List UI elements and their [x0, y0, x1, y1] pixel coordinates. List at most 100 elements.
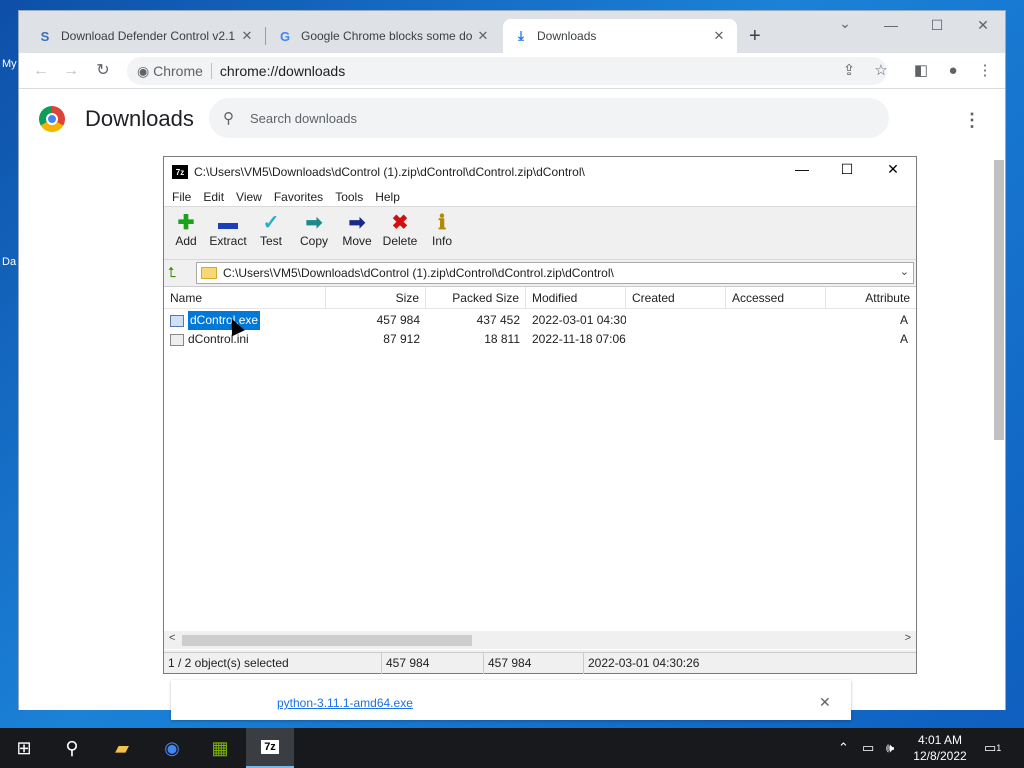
tab-defender-control[interactable]: S Download Defender Control v2.1 ✕ — [27, 19, 265, 53]
file-modified: 2022-11-18 07:06 — [532, 332, 626, 346]
reload-button[interactable]: ↻ — [91, 59, 115, 83]
show-hidden-icons-icon[interactable]: ⌃ — [838, 728, 849, 768]
column-accessed[interactable]: Accessed — [726, 287, 826, 309]
horizontal-scrollbar[interactable]: < > — [164, 631, 916, 649]
scrollbar-thumb[interactable] — [994, 160, 1004, 440]
sevenzip-titlebar: 7z C:\Users\VM5\Downloads\dControl (1).z… — [164, 157, 916, 187]
tool-label: Copy — [299, 234, 328, 248]
menu-edit[interactable]: Edit — [203, 190, 224, 204]
close-window-button[interactable]: ✕ — [965, 17, 1001, 34]
tab-chrome-blocks[interactable]: G Google Chrome blocks some do ✕ — [267, 19, 501, 53]
taskbar: ⊞ ⚲ ▰ ◉ ▦ 7z ⌃ ▭ 🕪 4:01 AM 12/8/2022 ▭ 1 — [0, 728, 1024, 768]
maximize-button[interactable]: ☐ — [919, 17, 955, 34]
menu-tools[interactable]: Tools — [335, 190, 363, 204]
add-button[interactable]: ✚ Add — [164, 212, 208, 248]
exe-file-icon — [170, 314, 184, 327]
desktop-icon-label[interactable]: My — [2, 58, 17, 70]
delete-button[interactable]: ✖ Delete — [378, 212, 422, 248]
share-icon[interactable]: ⇪ — [837, 59, 861, 83]
download-file-link[interactable]: python-3.11.1-amd64.exe — [277, 696, 413, 710]
list-header: Name Size Packed Size Modified Created A… — [164, 287, 916, 309]
side-panel-icon[interactable]: ◧ — [909, 59, 933, 83]
move-button[interactable]: ➡ Move — [335, 212, 379, 248]
download-item-card: python-3.11.1-amd64.exe ✕ — [171, 680, 851, 720]
more-actions-icon[interactable]: ⋮ — [963, 110, 981, 131]
file-name: dControl.ini — [188, 332, 249, 346]
menu-favorites[interactable]: Favorites — [274, 190, 323, 204]
close-icon[interactable]: ✕ — [711, 28, 727, 44]
search-downloads-input[interactable]: ⚲ Search downloads — [209, 98, 889, 138]
path-combobox[interactable]: C:\Users\VM5\Downloads\dControl (1).zip\… — [196, 262, 914, 284]
column-created[interactable]: Created — [626, 287, 726, 309]
file-size: 87 912 — [383, 332, 420, 346]
back-button[interactable]: ← — [29, 59, 53, 83]
scrollbar-thumb[interactable] — [182, 635, 472, 646]
tab-downloads[interactable]: ⤓ Downloads ✕ — [503, 19, 737, 53]
site-s-icon: S — [40, 28, 50, 44]
delete-x-icon: ✖ — [391, 212, 409, 234]
status-bar: 1 / 2 object(s) selected 457 984 457 984… — [164, 652, 916, 674]
omnibox-separator — [210, 63, 212, 79]
file-size: 457 984 — [376, 313, 420, 327]
window-title: C:\Users\VM5\Downloads\dControl (1).zip\… — [194, 165, 585, 179]
close-icon[interactable]: ✕ — [239, 28, 255, 44]
extract-button[interactable]: ▬ Extract — [206, 212, 250, 248]
test-button[interactable]: ✓ Test — [249, 212, 293, 248]
tab-search-icon[interactable]: ⌄ — [827, 15, 863, 32]
close-button[interactable]: ✕ — [873, 161, 913, 178]
scroll-right-icon[interactable]: > — [905, 632, 911, 644]
minimize-button[interactable]: — — [873, 17, 909, 33]
status-size: 457 984 — [382, 653, 484, 674]
volume-icon[interactable]: 🕪 — [886, 728, 894, 768]
download-icon: ⤓ — [518, 28, 524, 43]
scroll-left-icon[interactable]: < — [169, 632, 175, 644]
desktop-icon-label[interactable]: Da — [2, 256, 16, 268]
start-windows-icon[interactable]: ⊞ — [0, 728, 48, 768]
file-explorer-icon[interactable]: ▰ — [98, 728, 146, 768]
omnibox-chip: Chrome — [153, 63, 203, 79]
column-attribute[interactable]: Attribute — [826, 287, 916, 309]
file-created — [626, 311, 726, 330]
notifications-button[interactable]: ▭ 1 — [984, 728, 1001, 768]
copy-button[interactable]: ➡ Copy — [292, 212, 336, 248]
file-attribute: A — [899, 332, 908, 346]
sevenzip-taskbar-button[interactable]: 7z — [246, 728, 294, 768]
store-icon[interactable]: ▦ — [196, 728, 244, 768]
file-packed-size: 18 811 — [484, 332, 520, 346]
forward-button[interactable]: → — [59, 59, 83, 83]
check-icon: ✓ — [262, 212, 280, 234]
column-name[interactable]: Name — [164, 287, 326, 309]
status-packed: 457 984 — [484, 653, 584, 674]
new-tab-button[interactable]: + — [749, 25, 761, 48]
page-scrollbar[interactable] — [991, 150, 1005, 710]
move-arrow-icon: ➡ — [348, 212, 366, 234]
minus-icon: ▬ — [218, 212, 238, 234]
column-size[interactable]: Size — [326, 287, 426, 309]
chrome-taskbar-icon[interactable]: ◉ — [148, 728, 196, 768]
bookmark-star-icon[interactable]: ☆ — [869, 59, 893, 83]
file-row[interactable]: dControl.exe 457 984 437 452 2022-03-01 … — [164, 311, 916, 330]
system-clock[interactable]: 4:01 AM 12/8/2022 — [912, 732, 968, 764]
tool-label: Test — [259, 234, 282, 248]
sevenzip-taskbar-icon: 7z — [261, 740, 279, 754]
chevron-down-icon[interactable]: ⌄ — [900, 265, 909, 278]
network-icon[interactable]: ▭ — [862, 728, 874, 768]
folder-up-icon[interactable]: ⮤ — [168, 264, 188, 282]
file-list: Name Size Packed Size Modified Created A… — [164, 286, 916, 650]
menu-help[interactable]: Help — [375, 190, 400, 204]
file-name-cell: dControl.ini — [164, 330, 326, 349]
close-icon[interactable]: ✕ — [475, 28, 491, 44]
profile-avatar-icon[interactable]: ● — [941, 59, 965, 83]
menu-file[interactable]: File — [172, 190, 191, 204]
search-icon[interactable]: ⚲ — [48, 728, 96, 768]
maximize-button[interactable]: ☐ — [827, 161, 867, 178]
column-modified[interactable]: Modified — [526, 287, 626, 309]
menu-view[interactable]: View — [236, 190, 262, 204]
column-packed-size[interactable]: Packed Size — [426, 287, 526, 309]
file-row[interactable]: dControl.ini 87 912 18 811 2022-11-18 07… — [164, 330, 916, 349]
menu-kebab-icon[interactable]: ⋮ — [973, 59, 997, 83]
address-bar[interactable]: ◉ Chrome chrome://downloads — [127, 57, 887, 85]
info-button[interactable]: ℹ Info — [420, 212, 464, 248]
remove-download-icon[interactable]: ✕ — [819, 694, 831, 711]
minimize-button[interactable]: — — [782, 161, 822, 177]
